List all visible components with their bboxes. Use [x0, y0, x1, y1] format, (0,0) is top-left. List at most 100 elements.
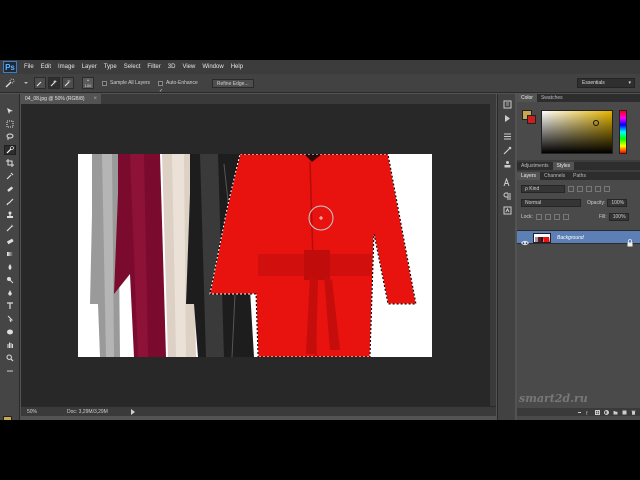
eyedropper-tool-icon[interactable]: [4, 171, 16, 181]
status-menu-arrow-icon[interactable]: [131, 409, 135, 415]
menu-image[interactable]: Image: [58, 64, 75, 70]
fill-label: Fill:: [598, 213, 607, 220]
history-panel-icon[interactable]: [502, 100, 512, 109]
menu-help[interactable]: Help: [231, 64, 243, 70]
brush-tool-icon[interactable]: [4, 197, 16, 207]
zoom-tool-icon[interactable]: [4, 353, 16, 363]
dodge-tool-icon[interactable]: [4, 275, 16, 285]
color-picker-field[interactable]: [541, 110, 613, 154]
color-picker-ring[interactable]: [593, 120, 599, 126]
blend-mode-select[interactable]: Normal: [521, 198, 581, 207]
workspace-select[interactable]: Essentials ▾: [577, 78, 635, 88]
quick-selection-tool-preset-icon[interactable]: [4, 77, 16, 89]
menu-3d[interactable]: 3D: [168, 64, 176, 70]
brush-panel-icon[interactable]: [502, 146, 512, 155]
filter-shape-icon[interactable]: [595, 185, 601, 192]
hand-tool-icon[interactable]: [4, 340, 16, 350]
filter-smart-object-icon[interactable]: [604, 185, 610, 192]
link-layers-icon[interactable]: [577, 410, 582, 415]
healing-brush-tool-icon[interactable]: [4, 184, 16, 194]
document-tab[interactable]: 04_08.jpg @ 50% (RGB/8) ×: [21, 94, 101, 104]
lasso-tool-icon[interactable]: [4, 132, 16, 142]
filter-adjustment-icon[interactable]: [577, 185, 583, 192]
tab-paths[interactable]: Paths: [569, 172, 590, 180]
tab-swatches[interactable]: Swatches: [537, 94, 567, 102]
preset-dropdown-icon[interactable]: [20, 77, 32, 89]
hue-slider[interactable]: [619, 110, 627, 154]
add-to-selection-button[interactable]: [48, 77, 60, 89]
paragraph-panel-icon[interactable]: [502, 192, 512, 201]
blur-tool-icon[interactable]: [4, 262, 16, 272]
menu-type[interactable]: Type: [104, 64, 117, 70]
menu-edit[interactable]: Edit: [41, 64, 51, 70]
menu-file[interactable]: File: [24, 64, 34, 70]
subtract-from-selection-button[interactable]: [62, 77, 74, 89]
refine-edge-button[interactable]: Refine Edge...: [211, 78, 254, 88]
pen-tool-icon[interactable]: [4, 288, 16, 298]
filter-type-icon[interactable]: [586, 185, 592, 192]
shape-tool-icon[interactable]: [4, 327, 16, 337]
lock-all-icon[interactable]: [562, 213, 569, 220]
type-tool-icon[interactable]: [4, 301, 16, 311]
layer-filter-select[interactable]: ρ Kind: [521, 184, 565, 193]
character-panel-icon[interactable]: [502, 178, 512, 187]
tab-channels[interactable]: Channels: [540, 172, 569, 180]
lock-transparent-icon[interactable]: [535, 213, 542, 220]
clone-source-panel-icon[interactable]: [502, 160, 512, 169]
auto-enhance-label: Auto-Enhance: [166, 80, 198, 86]
document-tab-bar: 04_08.jpg @ 50% (RGB/8) ×: [21, 94, 496, 104]
toolbox: [0, 94, 20, 420]
gradient-tool-icon[interactable]: [4, 249, 16, 259]
layer-name[interactable]: Background: [557, 231, 584, 245]
vertical-scrollbar[interactable]: [490, 104, 496, 406]
lock-fill-row: Lock: Fill: 100%: [521, 212, 629, 221]
eraser-tool-icon[interactable]: [4, 236, 16, 246]
fill-field[interactable]: 100%: [608, 212, 629, 221]
menu-layer[interactable]: Layer: [82, 64, 97, 70]
properties-panel-icon[interactable]: [502, 132, 512, 141]
tab-layers[interactable]: Layers: [517, 172, 541, 180]
move-tool-icon[interactable]: [4, 106, 16, 116]
glyphs-panel-icon[interactable]: [502, 206, 512, 215]
brush-picker[interactable]: • 100: [82, 77, 94, 89]
filter-pixel-icon[interactable]: [568, 185, 574, 192]
menu-filter[interactable]: Filter: [147, 64, 160, 70]
lock-position-icon[interactable]: [553, 213, 560, 220]
sample-all-layers-checkbox[interactable]: [102, 80, 107, 86]
history-brush-tool-icon[interactable]: [4, 223, 16, 233]
zoom-level[interactable]: 50%: [27, 407, 37, 417]
layer-thumbnail[interactable]: [533, 233, 551, 243]
actions-panel-icon[interactable]: [502, 114, 512, 123]
marquee-tool-icon[interactable]: [4, 119, 16, 129]
adjustment-layer-icon[interactable]: [604, 409, 609, 415]
blend-opacity-row: Normal Opacity: 100%: [521, 198, 628, 207]
color-background-swatch[interactable]: [527, 115, 536, 124]
quick-selection-tool-icon[interactable]: [4, 145, 16, 155]
layer-style-icon[interactable]: f: [586, 410, 591, 415]
auto-enhance-checkbox[interactable]: [158, 80, 164, 86]
crop-tool-icon[interactable]: [4, 158, 16, 168]
menu-select[interactable]: Select: [124, 64, 141, 70]
menu-view[interactable]: View: [182, 64, 195, 70]
canvas-area[interactable]: [21, 104, 490, 406]
eye-icon[interactable]: [521, 234, 529, 246]
layer-row[interactable]: Background: [517, 230, 640, 247]
new-layer-icon[interactable]: [622, 410, 627, 415]
new-selection-button[interactable]: [34, 77, 46, 89]
path-selection-tool-icon[interactable]: [4, 314, 16, 324]
tab-styles[interactable]: Styles: [552, 162, 575, 170]
lock-icon: [627, 234, 633, 247]
clone-stamp-tool-icon[interactable]: [4, 210, 16, 220]
document-image[interactable]: [78, 154, 432, 357]
tab-color[interactable]: Color: [517, 94, 537, 102]
foreground-color-swatch[interactable]: [3, 416, 12, 420]
menu-window[interactable]: Window: [202, 64, 223, 70]
tab-adjustments[interactable]: Adjustments: [517, 162, 553, 170]
trash-icon[interactable]: [631, 410, 636, 415]
layer-mask-icon[interactable]: [595, 409, 600, 415]
opacity-field[interactable]: 100%: [607, 198, 628, 207]
close-icon[interactable]: ×: [93, 94, 97, 104]
new-group-icon[interactable]: [613, 410, 618, 415]
lock-image-icon[interactable]: [544, 213, 551, 220]
extra-tools-icon[interactable]: [4, 366, 16, 376]
